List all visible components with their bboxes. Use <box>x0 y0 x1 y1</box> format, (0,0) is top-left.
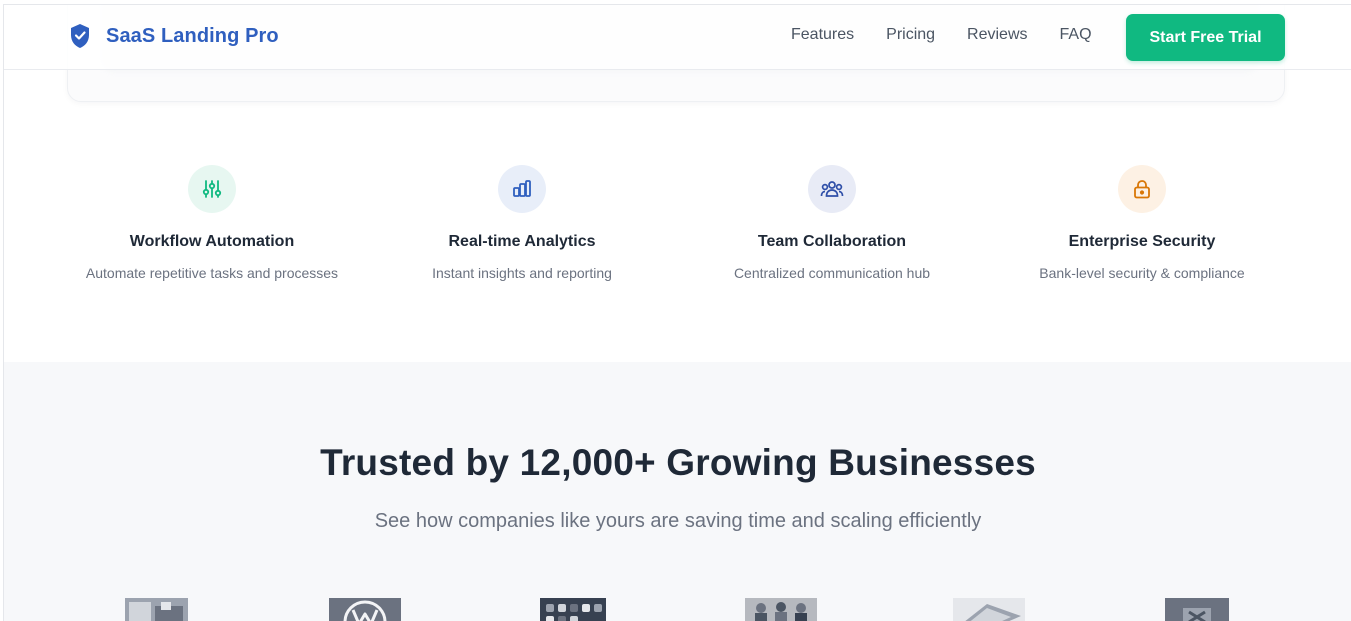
feature-title: Real-time Analytics <box>448 233 596 250</box>
analytics-icon <box>498 165 546 213</box>
customer-logos <box>4 598 1351 621</box>
feature-realtime-analytics: Real-time Analytics Instant insights and… <box>367 165 677 281</box>
feature-title: Team Collaboration <box>757 233 907 250</box>
nav-reviews[interactable]: Reviews <box>967 26 1027 44</box>
main-nav: Features Pricing Reviews FAQ <box>791 26 1092 44</box>
feature-title: Workflow Automation <box>129 233 295 250</box>
feature-description: Bank-level security & compliance <box>1039 265 1245 281</box>
customer-logo-app-icons[interactable] <box>540 598 606 621</box>
trust-section: Trusted by 12,000+ Growing Businesses Se… <box>4 362 1351 621</box>
feature-description: Instant insights and reporting <box>432 265 612 281</box>
feature-title: Enterprise Security <box>1068 233 1216 250</box>
brand-name: SaaS Landing Pro <box>106 24 279 47</box>
nav-features[interactable]: Features <box>791 26 854 44</box>
site-header: SaaS Landing Pro Features Pricing Review… <box>4 5 1351 70</box>
page: SaaS Landing Pro Features Pricing Review… <box>3 4 1351 621</box>
feature-description: Centralized communication hub <box>733 265 931 281</box>
lock-icon <box>1118 165 1166 213</box>
nav-pricing[interactable]: Pricing <box>886 26 935 44</box>
customer-logo-laptop[interactable] <box>953 598 1025 621</box>
feature-workflow-automation: Workflow Automation Automate repetitive … <box>57 165 367 281</box>
customer-logo-office[interactable] <box>125 598 188 621</box>
trust-subtitle: See how companies like yours are saving … <box>374 510 982 532</box>
feature-team-collaboration: Team Collaboration Centralized communica… <box>677 165 987 281</box>
trust-title: Trusted by 12,000+ Growing Businesses <box>320 442 1036 483</box>
nav-faq[interactable]: FAQ <box>1060 26 1092 44</box>
sliders-icon <box>188 165 236 213</box>
customer-logo-product[interactable] <box>1165 598 1229 621</box>
shield-check-icon <box>71 24 89 48</box>
brand-logo[interactable]: SaaS Landing Pro <box>68 22 279 50</box>
feature-description: Automate repetitive tasks and processes <box>85 265 339 281</box>
team-icon <box>808 165 856 213</box>
customer-logo-team[interactable] <box>745 598 817 621</box>
feature-enterprise-security: Enterprise Security Bank-level security … <box>987 165 1297 281</box>
start-free-trial-button[interactable]: Start Free Trial <box>1126 14 1285 61</box>
feature-list: Workflow Automation Automate repetitive … <box>57 165 1297 281</box>
volkswagen-logo[interactable] <box>329 598 401 621</box>
